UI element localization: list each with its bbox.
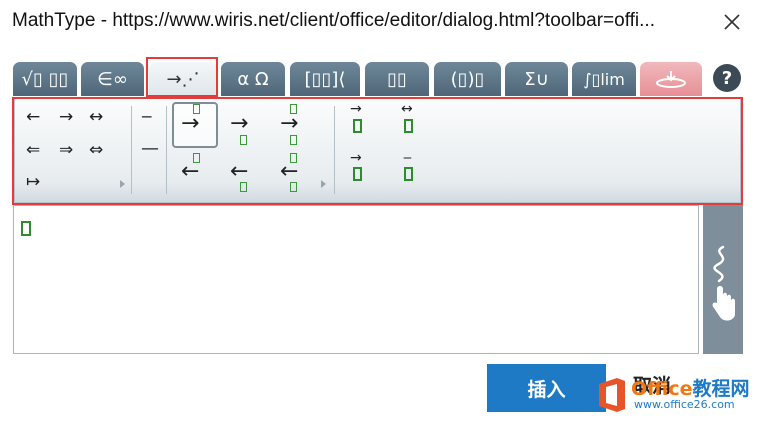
hand-writing-icon [712, 245, 735, 321]
watermark-name: Office教程网 [631, 374, 750, 401]
radical-fraction-icon: √▯ ▯▯ [21, 68, 69, 90]
tab-radical-fraction[interactable]: √▯ ▯▯ [13, 62, 77, 96]
watermark-name-b: 教程网 [692, 378, 750, 400]
integral-limit-icon: ∫▯lim [583, 69, 625, 89]
formula-editor-area[interactable] [13, 205, 699, 354]
tab-decorations[interactable]: (▯)▯ [434, 62, 501, 96]
greek-letters-icon: α Ω [237, 68, 269, 90]
sum-union-icon: Σ∪ [524, 68, 549, 90]
tab-scripts[interactable]: ▯▯ [365, 62, 429, 96]
help-button[interactable]: ? [713, 64, 741, 92]
tab-element-infinity[interactable]: ∈∞ [81, 62, 144, 96]
watermark-name-a: Office [631, 378, 693, 400]
close-icon[interactable] [718, 8, 746, 36]
office-logo-icon [599, 378, 625, 412]
window-title: MathType - https://www.wiris.net/client/… [12, 10, 655, 31]
tab-calculus[interactable]: ∫▯lim [572, 62, 636, 96]
cursor-placeholder [21, 221, 31, 236]
handwriting-toggle[interactable] [703, 205, 743, 354]
parenthesis-hat-icon: (▯)▯ [450, 68, 485, 90]
contextual-icon [656, 71, 686, 88]
highlight-toolbar-box [12, 97, 743, 205]
insert-button[interactable]: 插入 [487, 364, 606, 412]
symbol-tabs: √▯ ▯▯ ∈∞ →⋰ α Ω [▯▯]⟨ ▯▯ (▯)▯ Σ∪ ∫▯lim [13, 62, 713, 96]
tab-matrix[interactable]: [▯▯]⟨ [290, 62, 360, 96]
tab-big-operators[interactable]: Σ∪ [505, 62, 568, 96]
watermark-url: www.office26.com [634, 398, 735, 411]
script-boxes-icon: ▯▯ [387, 68, 407, 90]
matrix-bracket-icon: [▯▯]⟨ [304, 68, 346, 90]
tab-greek[interactable]: α Ω [221, 62, 285, 96]
highlight-tab-box [146, 57, 218, 97]
element-infinity-icon: ∈∞ [97, 68, 128, 90]
title-bar: MathType - https://www.wiris.net/client/… [0, 0, 757, 46]
tab-contextual[interactable] [640, 62, 702, 96]
